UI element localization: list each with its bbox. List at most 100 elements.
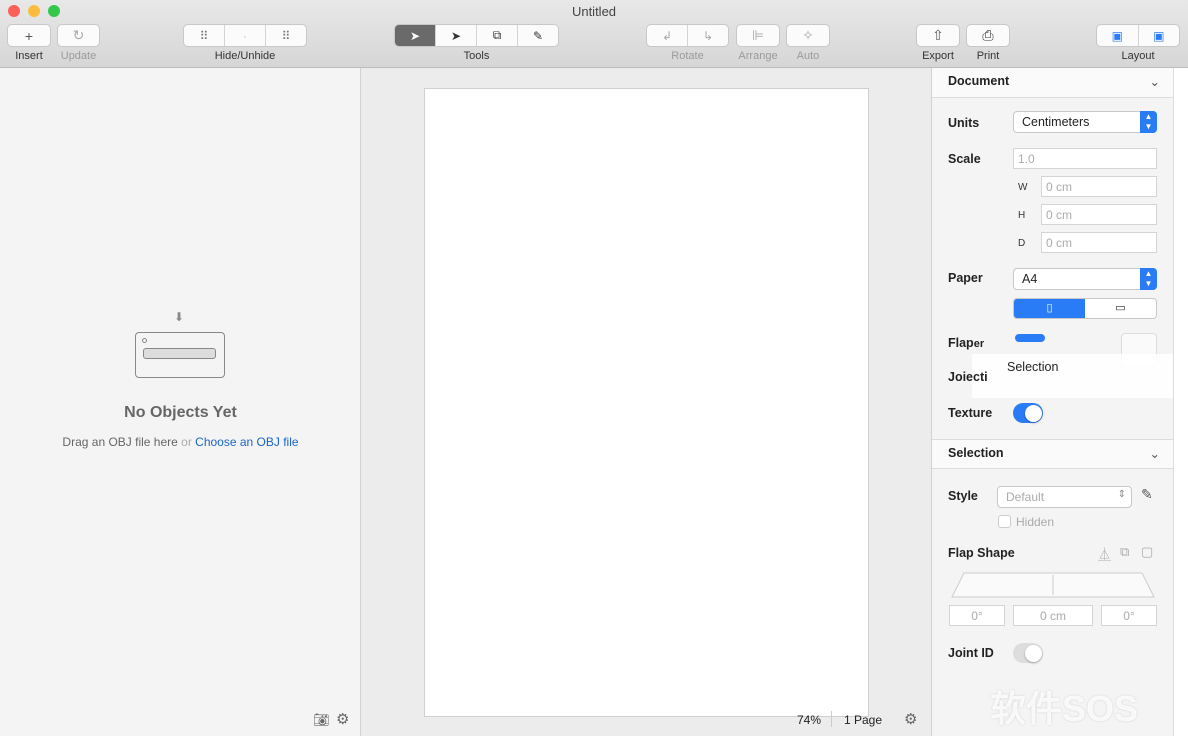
export-label: Export — [922, 50, 954, 62]
selection-section-header[interactable]: Selection ⌄ — [932, 439, 1174, 469]
empty-hint: Drag an OBJ file here or Choose an OBJ f… — [0, 435, 361, 449]
h-label: H — [1018, 210, 1026, 221]
hidden-checkbox[interactable] — [998, 515, 1011, 528]
canvas-gear-icon[interactable]: ⚙ — [904, 710, 917, 728]
hide-icon[interactable]: ⠿ — [184, 25, 225, 46]
plus-icon: + — [24, 27, 34, 44]
width-input[interactable]: 0 cm — [1041, 176, 1157, 197]
toggle-knob — [1024, 404, 1042, 422]
layout-group: ▣ ▣ — [1096, 24, 1180, 47]
units-value: Centimeters — [1022, 115, 1090, 129]
zoom-level[interactable]: 74% — [797, 713, 821, 727]
mirror-icon[interactable]: ⏅ — [1098, 544, 1111, 563]
style-value: Default — [1006, 490, 1045, 504]
update-button[interactable]: ↻ — [57, 24, 100, 47]
camera-icon[interactable]: 📷︎ — [313, 712, 330, 728]
copy-icon[interactable]: ⧉ — [1120, 544, 1129, 560]
flap-shape-label: Flap Shape — [948, 546, 1015, 560]
export-button[interactable]: ⇧ — [916, 24, 960, 47]
update-label: Update — [60, 50, 97, 62]
paper-page[interactable] — [424, 88, 869, 717]
window-title: Untitled — [571, 4, 617, 19]
selection-ghost-label: Selection — [1007, 360, 1059, 374]
tools-group: ➤ ➤ ⧉ ✎ — [394, 24, 559, 47]
left-sidebar-icon[interactable]: ▣ — [1097, 25, 1139, 46]
auto-button[interactable]: ✧ — [786, 24, 830, 47]
right-angle-input[interactable]: 0° — [1101, 605, 1157, 626]
length-input[interactable]: 0 cm — [1013, 605, 1093, 626]
style-label: Style — [948, 489, 978, 503]
units-select[interactable]: Centimeters ▲ ▼ — [1013, 111, 1157, 133]
unhide-icon[interactable]: ⠿ — [266, 25, 306, 46]
printer-icon: ⎙ — [982, 27, 994, 43]
paper-value: A4 — [1022, 272, 1038, 286]
scale-icon[interactable]: ⧉ — [477, 25, 518, 46]
tools-label: Tools — [463, 50, 490, 62]
scale-label: Scale — [948, 152, 981, 166]
print-button[interactable]: ⎙ — [966, 24, 1010, 47]
flaps-label: Flaper — [948, 336, 984, 350]
page-count: 1 Page — [844, 713, 883, 727]
align-icon: ⊫ — [751, 27, 765, 43]
or-text: or — [181, 435, 192, 449]
pencil-icon[interactable]: ✎ — [518, 25, 558, 46]
flaps-toggle[interactable] — [1015, 334, 1045, 342]
hide-unhide-group: ⠿ · ⠿ — [183, 24, 307, 47]
gear-icon[interactable]: ⚙ — [336, 710, 349, 728]
flaps-text: Flap — [948, 336, 974, 350]
chevron-down-icon: ⌄ — [1149, 447, 1160, 461]
watermark-logo: 软件SOS — [990, 688, 1139, 729]
arrange-button[interactable]: ⊫ — [736, 24, 780, 47]
joints-label: Joiecti — [948, 370, 988, 384]
arrange-label: Arrange — [738, 50, 778, 62]
texture-label: Texture — [948, 406, 993, 420]
d-label: D — [1018, 238, 1026, 249]
right-sidebar-icon[interactable]: ▣ — [1139, 25, 1180, 46]
auto-label: Auto — [796, 50, 820, 62]
depth-input[interactable]: 0 cm — [1041, 232, 1157, 253]
paper-label: Paper — [948, 271, 983, 285]
insert-button[interactable]: + — [7, 24, 51, 47]
canvas-area: 74% 1 Page ⚙ — [361, 68, 931, 736]
divider — [831, 711, 832, 727]
orientation-control: ▯ ▭ — [1013, 298, 1157, 319]
magic-wand-icon: ✧ — [802, 27, 814, 43]
flap-shape-preview — [951, 572, 1155, 598]
rotate-group: ↲ ↳ — [646, 24, 729, 47]
download-arrow-icon: ⬇ — [174, 310, 185, 324]
rotate-right-icon[interactable]: ↳ — [688, 25, 728, 46]
rotate-label: Rotate — [671, 50, 704, 62]
document-section-header[interactable]: Document ⌄ — [932, 68, 1174, 98]
style-select[interactable]: Default ⇕ — [997, 486, 1132, 508]
objects-panel: ⬇ No Objects Yet Drag an OBJ file here o… — [0, 68, 361, 736]
updown-icon: ⇕ — [1117, 489, 1126, 500]
rotate-left-icon[interactable]: ↲ — [647, 25, 688, 46]
paste-icon[interactable]: ▢ — [1141, 544, 1153, 560]
scrollbar[interactable] — [1173, 68, 1188, 736]
updown-icon: ▲ ▼ — [1140, 111, 1157, 133]
left-angle-input[interactable]: 0° — [949, 605, 1005, 626]
print-label: Print — [976, 50, 1000, 62]
texture-toggle[interactable] — [1013, 403, 1043, 423]
toolbar: Untitled + Insert ↻ Update ⠿ · ⠿ Hide/Unhi… — [0, 0, 1188, 68]
pencil-icon[interactable]: ✎ — [1141, 486, 1153, 503]
paper-select[interactable]: A4 ▲ ▼ — [1013, 268, 1157, 290]
toggle-icon[interactable]: · — [225, 25, 266, 46]
choose-obj-link[interactable]: Choose an OBJ file — [195, 435, 298, 449]
document-header: Document — [948, 74, 1010, 88]
joint-id-toggle[interactable] — [1013, 643, 1043, 663]
select-arrow-icon[interactable]: ➤ — [395, 25, 436, 46]
portrait-icon[interactable]: ▯ — [1014, 299, 1085, 318]
toggle-knob — [1024, 644, 1042, 662]
landscape-icon[interactable]: ▭ — [1085, 299, 1156, 318]
scale-input[interactable]: 1.0 — [1013, 148, 1157, 169]
drop-tray-icon — [135, 332, 225, 378]
hint-text: Drag an OBJ file here — [62, 435, 178, 449]
insert-label: Insert — [15, 50, 43, 62]
w-label: W — [1018, 182, 1028, 193]
height-input[interactable]: 0 cm — [1041, 204, 1157, 225]
flaps-overlap-text: er — [973, 338, 985, 350]
inspector-panel: Document ⌄ Units Centimeters ▲ ▼ Scale 1.0 … — [931, 68, 1174, 736]
direct-select-icon[interactable]: ➤ — [436, 25, 477, 46]
selection-header: Selection — [948, 446, 1004, 460]
